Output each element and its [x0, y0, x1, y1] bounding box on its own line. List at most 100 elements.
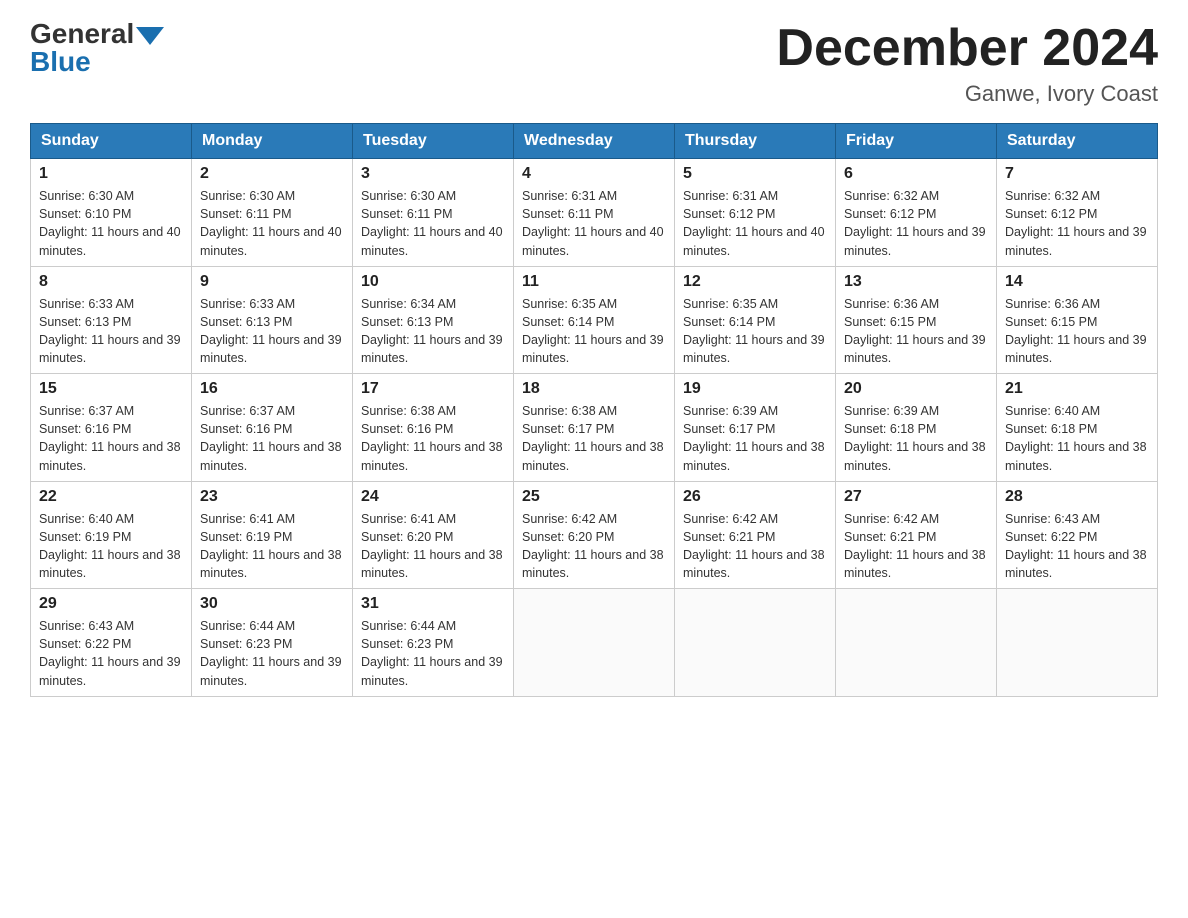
weekday-header: Sunday: [31, 124, 192, 159]
day-number: 5: [683, 165, 827, 183]
day-info: Sunrise: 6:41 AM Sunset: 6:20 PM Dayligh…: [361, 510, 505, 583]
calendar-day-cell: 30 Sunrise: 6:44 AM Sunset: 6:23 PM Dayli…: [192, 589, 353, 697]
calendar-day-cell: 21 Sunrise: 6:40 AM Sunset: 6:18 PM Dayli…: [997, 374, 1158, 482]
day-info: Sunrise: 6:33 AM Sunset: 6:13 PM Dayligh…: [39, 295, 183, 368]
day-info: Sunrise: 6:42 AM Sunset: 6:21 PM Dayligh…: [844, 510, 988, 583]
day-number: 26: [683, 488, 827, 506]
day-info: Sunrise: 6:36 AM Sunset: 6:15 PM Dayligh…: [844, 295, 988, 368]
day-info: Sunrise: 6:43 AM Sunset: 6:22 PM Dayligh…: [1005, 510, 1149, 583]
calendar-day-cell: 4 Sunrise: 6:31 AM Sunset: 6:11 PM Daylig…: [514, 159, 675, 267]
logo: General Blue: [30, 20, 164, 76]
calendar-day-cell: 1Sunrise: 6:30 AM Sunset: 6:10 PM Daylig…: [31, 159, 192, 267]
day-number: 16: [200, 380, 344, 398]
day-info: Sunrise: 6:31 AM Sunset: 6:12 PM Dayligh…: [683, 187, 827, 260]
day-number: 30: [200, 595, 344, 613]
calendar-day-cell: 29 Sunrise: 6:43 AM Sunset: 6:22 PM Dayli…: [31, 589, 192, 697]
day-info: Sunrise: 6:39 AM Sunset: 6:18 PM Dayligh…: [844, 402, 988, 475]
calendar-day-cell: 23 Sunrise: 6:41 AM Sunset: 6:19 PM Dayli…: [192, 481, 353, 589]
calendar-day-cell: 15 Sunrise: 6:37 AM Sunset: 6:16 PM Dayli…: [31, 374, 192, 482]
day-number: 31: [361, 595, 505, 613]
day-info: Sunrise: 6:30 AM Sunset: 6:11 PM Dayligh…: [361, 187, 505, 260]
day-number: 23: [200, 488, 344, 506]
day-info: Sunrise: 6:35 AM Sunset: 6:14 PM Dayligh…: [683, 295, 827, 368]
day-number: 14: [1005, 273, 1149, 291]
logo-blue: Blue: [30, 48, 91, 76]
day-number: 3: [361, 165, 505, 183]
day-number: 25: [522, 488, 666, 506]
calendar-day-cell: 11 Sunrise: 6:35 AM Sunset: 6:14 PM Dayli…: [514, 266, 675, 374]
calendar-day-cell: 6Sunrise: 6:32 AM Sunset: 6:12 PM Daylig…: [836, 159, 997, 267]
day-info: Sunrise: 6:40 AM Sunset: 6:18 PM Dayligh…: [1005, 402, 1149, 475]
day-info: Sunrise: 6:36 AM Sunset: 6:15 PM Dayligh…: [1005, 295, 1149, 368]
calendar-table: SundayMondayTuesdayWednesdayThursdayFrid…: [30, 123, 1158, 697]
day-number: 8: [39, 273, 183, 291]
day-number: 28: [1005, 488, 1149, 506]
calendar-day-cell: 5 Sunrise: 6:31 AM Sunset: 6:12 PM Daylig…: [675, 159, 836, 267]
day-info: Sunrise: 6:30 AM Sunset: 6:10 PM Dayligh…: [39, 187, 183, 260]
day-info: Sunrise: 6:31 AM Sunset: 6:11 PM Dayligh…: [522, 187, 666, 260]
calendar-day-cell: 14 Sunrise: 6:36 AM Sunset: 6:15 PM Dayli…: [997, 266, 1158, 374]
day-info: Sunrise: 6:41 AM Sunset: 6:19 PM Dayligh…: [200, 510, 344, 583]
calendar-day-cell: 3 Sunrise: 6:30 AM Sunset: 6:11 PM Daylig…: [353, 159, 514, 267]
day-number: 17: [361, 380, 505, 398]
day-info: Sunrise: 6:34 AM Sunset: 6:13 PM Dayligh…: [361, 295, 505, 368]
day-number: 6: [844, 165, 988, 183]
calendar-day-cell: [997, 589, 1158, 697]
calendar-week-row: 8 Sunrise: 6:33 AM Sunset: 6:13 PM Daylig…: [31, 266, 1158, 374]
weekday-header: Friday: [836, 124, 997, 159]
day-number: 21: [1005, 380, 1149, 398]
day-info: Sunrise: 6:32 AM Sunset: 6:12 PM Dayligh…: [1005, 187, 1149, 260]
day-number: 18: [522, 380, 666, 398]
calendar-day-cell: [514, 589, 675, 697]
day-info: Sunrise: 6:30 AM Sunset: 6:11 PM Dayligh…: [200, 187, 344, 260]
calendar-day-cell: 2 Sunrise: 6:30 AM Sunset: 6:11 PM Daylig…: [192, 159, 353, 267]
calendar-day-cell: 10 Sunrise: 6:34 AM Sunset: 6:13 PM Dayli…: [353, 266, 514, 374]
day-number: 15: [39, 380, 183, 398]
day-info: Sunrise: 6:43 AM Sunset: 6:22 PM Dayligh…: [39, 617, 183, 690]
day-number: 20: [844, 380, 988, 398]
logo-arrow-icon: [136, 27, 164, 45]
day-info: Sunrise: 6:37 AM Sunset: 6:16 PM Dayligh…: [200, 402, 344, 475]
calendar-header-row: SundayMondayTuesdayWednesdayThursdayFrid…: [31, 124, 1158, 159]
calendar-day-cell: 12 Sunrise: 6:35 AM Sunset: 6:14 PM Dayli…: [675, 266, 836, 374]
day-info: Sunrise: 6:38 AM Sunset: 6:16 PM Dayligh…: [361, 402, 505, 475]
day-number: 7: [1005, 165, 1149, 183]
calendar-day-cell: 24 Sunrise: 6:41 AM Sunset: 6:20 PM Dayli…: [353, 481, 514, 589]
calendar-week-row: 15 Sunrise: 6:37 AM Sunset: 6:16 PM Dayli…: [31, 374, 1158, 482]
weekday-header: Saturday: [997, 124, 1158, 159]
calendar-day-cell: 26 Sunrise: 6:42 AM Sunset: 6:21 PM Dayli…: [675, 481, 836, 589]
day-number: 11: [522, 273, 666, 291]
day-info: Sunrise: 6:39 AM Sunset: 6:17 PM Dayligh…: [683, 402, 827, 475]
calendar-day-cell: 16 Sunrise: 6:37 AM Sunset: 6:16 PM Dayli…: [192, 374, 353, 482]
day-number: 29: [39, 595, 183, 613]
day-number: 4: [522, 165, 666, 183]
calendar-week-row: 1Sunrise: 6:30 AM Sunset: 6:10 PM Daylig…: [31, 159, 1158, 267]
calendar-day-cell: 31 Sunrise: 6:44 AM Sunset: 6:23 PM Dayli…: [353, 589, 514, 697]
page-subtitle: Ganwe, Ivory Coast: [776, 81, 1158, 107]
day-info: Sunrise: 6:37 AM Sunset: 6:16 PM Dayligh…: [39, 402, 183, 475]
day-number: 13: [844, 273, 988, 291]
weekday-header: Monday: [192, 124, 353, 159]
day-info: Sunrise: 6:44 AM Sunset: 6:23 PM Dayligh…: [361, 617, 505, 690]
calendar-day-cell: 8 Sunrise: 6:33 AM Sunset: 6:13 PM Daylig…: [31, 266, 192, 374]
calendar-day-cell: 19Sunrise: 6:39 AM Sunset: 6:17 PM Dayli…: [675, 374, 836, 482]
calendar-day-cell: 7 Sunrise: 6:32 AM Sunset: 6:12 PM Daylig…: [997, 159, 1158, 267]
day-info: Sunrise: 6:33 AM Sunset: 6:13 PM Dayligh…: [200, 295, 344, 368]
weekday-header: Tuesday: [353, 124, 514, 159]
logo-general: General: [30, 20, 134, 48]
day-number: 10: [361, 273, 505, 291]
calendar-day-cell: 22Sunrise: 6:40 AM Sunset: 6:19 PM Dayli…: [31, 481, 192, 589]
weekday-header: Wednesday: [514, 124, 675, 159]
day-number: 24: [361, 488, 505, 506]
calendar-day-cell: 20 Sunrise: 6:39 AM Sunset: 6:18 PM Dayli…: [836, 374, 997, 482]
day-info: Sunrise: 6:44 AM Sunset: 6:23 PM Dayligh…: [200, 617, 344, 690]
calendar-day-cell: 13 Sunrise: 6:36 AM Sunset: 6:15 PM Dayli…: [836, 266, 997, 374]
calendar-day-cell: 17 Sunrise: 6:38 AM Sunset: 6:16 PM Dayli…: [353, 374, 514, 482]
day-number: 12: [683, 273, 827, 291]
calendar-week-row: 29 Sunrise: 6:43 AM Sunset: 6:22 PM Dayli…: [31, 589, 1158, 697]
day-info: Sunrise: 6:42 AM Sunset: 6:21 PM Dayligh…: [683, 510, 827, 583]
calendar-day-cell: 9Sunrise: 6:33 AM Sunset: 6:13 PM Daylig…: [192, 266, 353, 374]
day-info: Sunrise: 6:35 AM Sunset: 6:14 PM Dayligh…: [522, 295, 666, 368]
calendar-day-cell: 18Sunrise: 6:38 AM Sunset: 6:17 PM Dayli…: [514, 374, 675, 482]
day-number: 2: [200, 165, 344, 183]
